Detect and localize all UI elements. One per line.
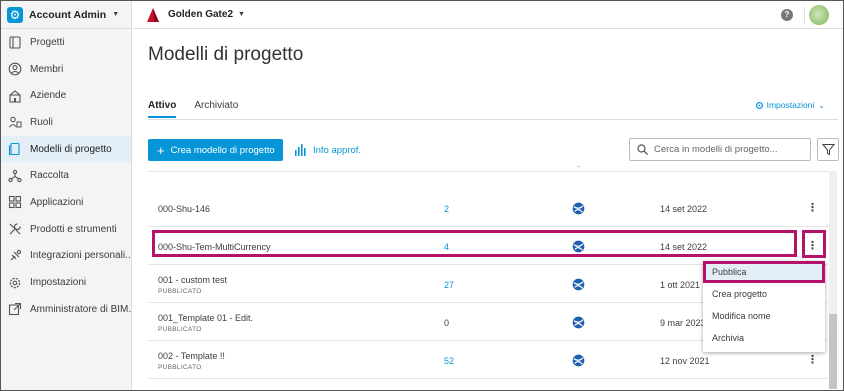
template-name[interactable]: 001_Template 01 - Edit. [158,313,253,323]
row-menu-icon[interactable]: ⋮ [807,166,818,168]
learn-more-label: Info approf. [313,144,362,156]
divider [804,7,805,23]
plus-icon: + [157,142,165,158]
scrollbar-thumb[interactable] [829,314,837,389]
template-icon [8,142,22,156]
sidebar-item-prodotti-e-strumenti[interactable]: Prodotti e strumenti [1,216,131,243]
project-count[interactable]: 2 [444,204,449,214]
globe-icon [572,354,585,367]
sidebar-item-label: Prodotti e strumenti [30,223,117,235]
sidebar-item-label: Progetti [30,36,65,48]
sidebar-item-membri[interactable]: Membri [1,56,131,83]
sidebar-item-label: Aziende [30,90,67,102]
menu-item-pubblica[interactable]: Pubblica [703,261,825,283]
sidebar-item-integrazioni-personali[interactable]: Integrazioni personali... [1,243,131,270]
divider [148,119,838,120]
sidebar-item-label: Integrazioni personali... [30,250,131,262]
tab-archiviato[interactable]: Archiviato [194,100,238,118]
tab-attivo[interactable]: Attivo [148,100,177,118]
help-icon[interactable]: ? [781,9,793,21]
settings-label: Impostazioni [766,100,815,110]
gear-icon [755,101,763,109]
sidebar: ⚙ Account Admin ▼ Progetti Membri Aziende R… [1,1,132,390]
search-placeholder: Cerca in modelli di progetto... [654,144,778,155]
globe-icon [572,278,585,291]
table-row[interactable]: 000-Shu-146 2 14 set 2022 ⋮ [148,189,828,227]
menu-item-archivia[interactable]: Archivia [703,327,825,349]
highlighted-row-outline [152,230,797,257]
menu-item-crea-progetto[interactable]: Crea progetto [703,283,825,305]
sidebar-item-label: Membri [30,63,64,75]
external-link-icon [8,302,22,316]
tools-icon [8,222,22,236]
template-name[interactable]: 002 - Template !! [158,351,225,361]
row-menu-icon[interactable]: ⋮ [807,201,818,214]
status-badge: PUBBLICATO [158,364,202,371]
sidebar-item-applicazioni[interactable]: Applicazioni [1,189,131,216]
create-template-button[interactable]: + Crea modello di progetto [148,139,283,161]
table-row-partial: ⋮ [148,166,828,172]
settings-dropdown[interactable]: Impostazioni ⌄ [755,100,825,110]
project-count[interactable]: 27 [444,280,454,290]
user-icon [8,62,22,76]
row-menu-icon[interactable]: ⋮ [807,353,818,366]
created-date: 1 ott 2021 [660,280,701,290]
sidebar-item-label: Applicazioni [30,196,84,208]
sidebar-item-progetti[interactable]: Progetti [1,29,131,56]
sidebar-item-label: Ruoli [30,116,53,128]
search-input[interactable]: Cerca in modelli di progetto... [629,138,811,161]
top-bar: Golden Gate2 ▼ ? [133,1,843,29]
chevron-down-icon: ▼ [112,11,120,18]
sidebar-item-modelli-di-progetto[interactable]: Modelli di progetto [1,135,131,163]
roles-icon [8,115,22,129]
sidebar-item-raccolta[interactable]: Raccolta [1,162,131,189]
chevron-down-icon[interactable]: ▼ [238,11,245,18]
scrollbar[interactable] [829,171,837,389]
sidebar-item-label: Modelli di progetto [30,143,112,155]
created-date: 12 nov 2021 [660,356,710,366]
bar-chart-icon [295,144,306,156]
folder-icon [8,35,22,49]
account-gear-icon: ⚙ [7,6,23,23]
create-template-label: Crea modello di progetto [170,144,275,156]
account-switcher[interactable]: ⚙ Account Admin ▼ [1,1,131,29]
filter-icon [821,144,835,156]
created-date: 9 mar 2023 [660,318,706,328]
menu-item-modifica-nome[interactable]: Modifica nome [703,305,825,327]
globe-icon [576,166,581,167]
network-icon [8,169,22,183]
tabs: Attivo Archiviato [148,100,256,118]
sidebar-item-ruoli[interactable]: Ruoli [1,109,131,136]
globe-icon [572,316,585,329]
status-badge: PUBBLICATO [158,288,202,295]
apps-grid-icon [8,195,22,209]
gear-icon [8,276,22,290]
integrations-icon [8,249,22,263]
sidebar-item-label: Amministratore di BIM... [30,303,131,315]
sidebar-item-label: Raccolta [30,170,69,182]
chevron-down-icon: ⌄ [818,100,825,110]
sidebar-item-aziende[interactable]: Aziende [1,82,131,109]
project-logo-icon [147,7,159,22]
created-date: 14 set 2022 [660,204,708,214]
page-title: Modelli di progetto [148,44,304,65]
building-icon [8,89,22,103]
globe-icon [572,202,585,215]
sidebar-item-amministratore-di-bim[interactable]: Amministratore di BIM... [1,296,131,323]
sidebar-item-impostazioni[interactable]: Impostazioni [1,269,131,296]
project-count: 0 [444,318,450,328]
project-count[interactable]: 52 [444,356,454,366]
template-name[interactable]: 001 - custom test [158,275,227,285]
search-icon [637,144,648,155]
status-badge: PUBBLICATO [158,326,202,333]
highlighted-menu-outline [802,230,826,258]
learn-more-link[interactable]: Info approf. [294,139,361,161]
row-context-menu: Pubblica Crea progetto Modifica nome Arc… [703,261,825,352]
sidebar-item-label: Impostazioni [30,277,87,289]
filter-button[interactable] [817,138,839,161]
project-name[interactable]: Golden Gate2 [168,9,233,20]
avatar[interactable] [809,5,829,25]
template-name[interactable]: 000-Shu-146 [158,204,210,214]
account-name: Account Admin [29,8,107,21]
